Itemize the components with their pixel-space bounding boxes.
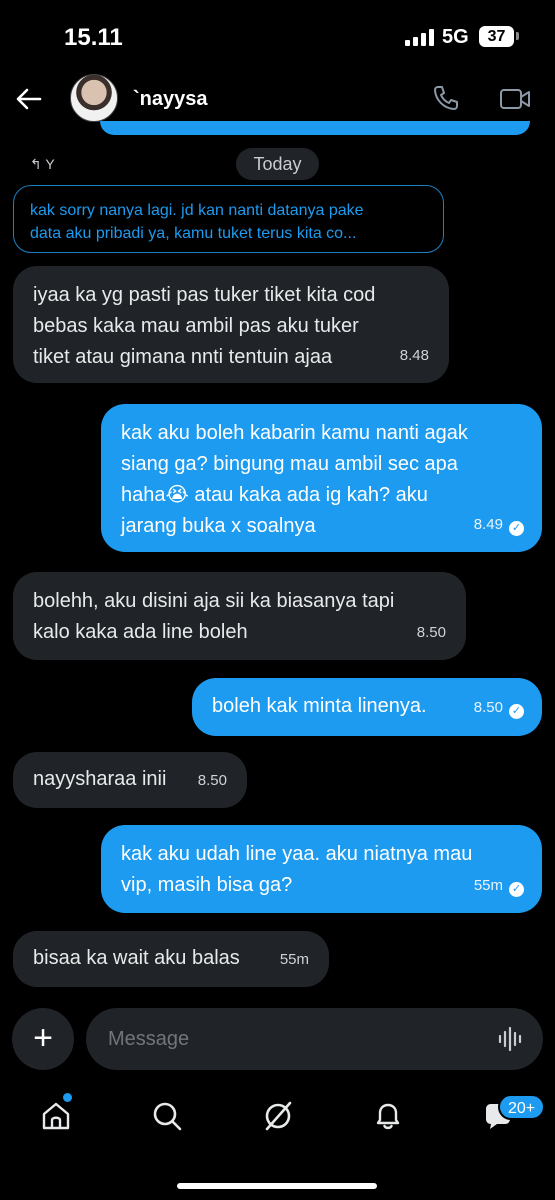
home-indicator xyxy=(177,1183,377,1189)
phone-icon[interactable] xyxy=(432,84,460,112)
avatar[interactable] xyxy=(70,74,118,122)
message-line: bebas kaka mau ambil pas aku tuker xyxy=(33,315,359,337)
back-arrow-icon[interactable] xyxy=(14,84,44,114)
message-time: 8.50 xyxy=(416,624,446,641)
contact-name[interactable]: `nayysa xyxy=(133,88,208,111)
message-line: tiket atau gimana nnti tentuin ajaa xyxy=(33,346,333,368)
message-line: haha😭 atau kaka ada ig kah? aku xyxy=(121,484,428,506)
incoming-message[interactable]: nayysharaa inii 8.50 xyxy=(13,752,247,808)
message-time-text: 55m xyxy=(473,877,503,894)
read-check-icon: ✓ xyxy=(509,704,524,719)
battery-level: 37 xyxy=(487,28,506,45)
signal-icon xyxy=(405,29,437,46)
message-line: kak aku udah line yaa. aku niatnya mau xyxy=(121,843,473,865)
message-line: siang ga? bingung mau ambil sec apa xyxy=(121,453,458,475)
message-line: kalo kaka ada line boleh xyxy=(33,621,248,643)
add-attachment-button[interactable]: + xyxy=(12,1008,74,1070)
outgoing-message[interactable]: boleh kak minta linenya. 8.50 ✓ xyxy=(192,678,542,736)
network-type: 5G xyxy=(442,26,469,48)
voice-message-icon[interactable] xyxy=(497,1025,525,1053)
message-line: jarang buka x soalnya xyxy=(121,515,316,537)
message-time-text: 8.50 xyxy=(473,699,503,716)
status-bar: 15.11 5G 37 xyxy=(0,0,555,70)
message-line: kak aku boleh kabarin kamu nanti agak xyxy=(121,422,468,444)
incoming-message[interactable]: bolehh, aku disini aja sii ka biasanya t… xyxy=(13,572,466,660)
message-line: bisaa ka wait aku balas xyxy=(33,947,240,969)
message-time-text: 8.49 xyxy=(473,516,503,533)
outgoing-message[interactable]: kak aku boleh kabarin kamu nanti agak si… xyxy=(101,404,542,552)
message-time: 55m xyxy=(279,951,309,968)
grok-icon[interactable] xyxy=(262,1100,294,1132)
message-time: 8.48 xyxy=(399,347,429,364)
battery-icon: 37 xyxy=(479,26,514,47)
home-icon[interactable] xyxy=(40,1100,72,1132)
reply-indicator: ↰ Y xyxy=(30,156,55,172)
date-separator: Today xyxy=(236,148,319,180)
message-line: vip, masih bisa ga? xyxy=(121,874,293,896)
status-time: 15.11 xyxy=(64,24,123,51)
incoming-message[interactable]: bisaa ka wait aku balas 55m xyxy=(13,931,329,987)
quoted-line: data aku pribadi ya, kamu tuket terus ki… xyxy=(30,225,357,242)
read-check-icon: ✓ xyxy=(509,521,524,536)
search-icon[interactable] xyxy=(151,1100,183,1132)
battery-tip xyxy=(516,32,519,40)
incoming-message[interactable]: iyaa ka yg pasti pas tuker tiket kita co… xyxy=(13,266,449,383)
video-call-icon[interactable] xyxy=(499,86,531,112)
messages-badge: 20+ xyxy=(498,1094,546,1120)
message-time: 8.49 ✓ xyxy=(474,509,524,540)
message-input[interactable] xyxy=(86,1008,543,1070)
message-line: iyaa ka yg pasti pas tuker tiket kita co… xyxy=(33,284,376,306)
outgoing-message[interactable]: kak aku udah line yaa. aku niatnya mau v… xyxy=(101,825,542,913)
quoted-line: kak sorry nanya lagi. jd kan nanti datan… xyxy=(30,202,364,219)
message-time: 8.50 ✓ xyxy=(474,692,524,723)
message-line: bolehh, aku disini aja sii ka biasanya t… xyxy=(33,590,395,612)
notifications-icon[interactable] xyxy=(372,1100,404,1132)
quoted-message[interactable]: kak sorry nanya lagi. jd kan nanti datan… xyxy=(13,185,444,253)
message-time: 55m ✓ xyxy=(474,870,524,901)
message-time: 8.50 xyxy=(197,772,227,789)
home-notification-dot xyxy=(63,1093,72,1102)
read-check-icon: ✓ xyxy=(509,882,524,897)
previous-message-bubble[interactable] xyxy=(100,121,530,135)
